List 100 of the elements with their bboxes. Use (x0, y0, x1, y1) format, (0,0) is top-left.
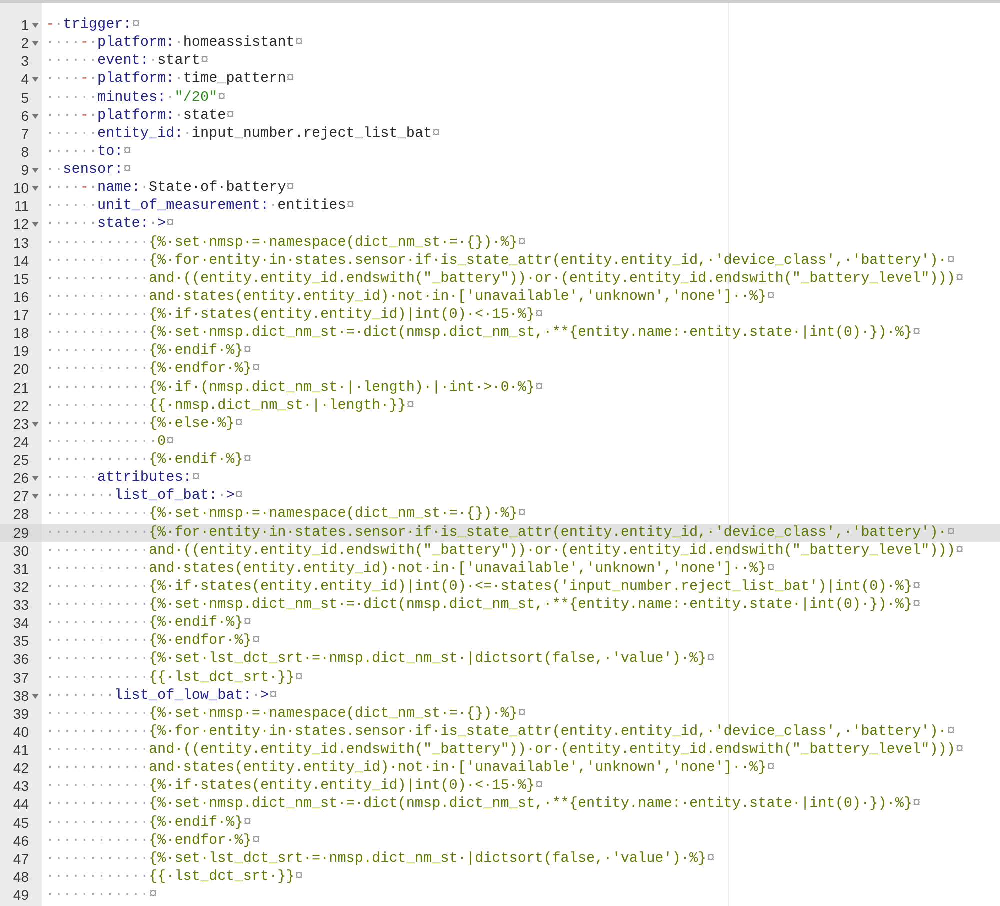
line-number: 6 (21, 106, 29, 125)
code-line: ············{%·if·states(entity.entity_id)|int(0)·<·15·%}¤ (45, 306, 545, 324)
code-line: ······event:·start¤ (45, 52, 210, 70)
line-number: 42 (13, 759, 29, 778)
code-line: ······to:¤ (45, 142, 133, 161)
code-line: ············{{·lst_dct_srt·}}¤ (45, 668, 304, 687)
code-line: ············and·((entity.entity_id.endswith("_battery"))·or·(entity.entity_id.endswith("_battery_level")))¤ (45, 542, 966, 560)
code-line: ············{%·set·lst_dct_srt·=·nmsp.dict_nm_st·|dictsort(false,·'value')·%}¤ (45, 650, 716, 668)
line-number: 45 (13, 814, 29, 832)
line-number: 35 (13, 632, 29, 650)
line-number: 38 (13, 686, 29, 705)
line-number: 33 (13, 596, 29, 614)
code-line: ············and·states(entity.entity_id)·not·in·['unavailable','unknown','none']··%}¤ (45, 759, 776, 778)
code-line: ············{%·set·nmsp·=·namespace(dict_nm_st·=·{})·%}¤ (45, 704, 528, 723)
line-number: 44 (13, 795, 29, 814)
code-line: ············{%·set·nmsp·=·namespace(dict_nm_st·=·{})·%}¤ (45, 505, 528, 524)
fold-caret-icon[interactable] (32, 41, 39, 46)
code-line: ············and·((entity.entity_id.endswith("_battery"))·or·(entity.entity_id.endswith("_battery_level")))¤ (45, 270, 966, 288)
code-line: ············{%·if·states(entity.entity_id)|int(0)·<=·states('input_number.reject_list_bat')|int(0)·%}¤ (45, 578, 922, 596)
code-line: ············{%·set·nmsp.dict_nm_st·=·dict(nmsp.dict_nm_st,·**{entity.name:·entity.state·|int(0)·})·%}¤ (45, 596, 922, 614)
code-line: ············{%·set·nmsp·=·namespace(dict_nm_st·=·{})·%}¤ (45, 234, 528, 252)
code-line: ····-·platform:·homeassistant¤ (45, 34, 304, 52)
code-line: ············{{·lst_dct_srt·}}¤ (45, 868, 304, 886)
line-number: 39 (13, 704, 29, 723)
line-number: 22 (13, 396, 29, 415)
line-number: 32 (13, 578, 29, 596)
line-number: 10 (13, 179, 29, 198)
line-number: 27 (13, 487, 29, 506)
line-number: 19 (13, 342, 29, 360)
line-number: 43 (13, 777, 29, 796)
line-number: 21 (13, 378, 29, 397)
line-number: 14 (13, 252, 29, 270)
line-number: 11 (14, 197, 29, 216)
code-line: -·trigger:¤ (45, 16, 142, 34)
code-line: ············¤ (45, 886, 159, 904)
code-line: ······attributes:¤ (45, 469, 202, 488)
line-number: 23 (13, 414, 29, 433)
code-line: ······entity_id:·input_number.reject_list_bat¤ (45, 124, 442, 143)
line-number: 1 (21, 16, 29, 34)
code-line: ············{{·nmsp.dict_nm_st·|·length·}}¤ (45, 396, 416, 415)
code-line: ············{%·endfor·%}¤ (45, 632, 262, 650)
code-line: ············{%·for·entity·in·states.sensor·if·is_state_attr(entity.entity_id,·'device_class',·'battery')·¤ (45, 252, 956, 270)
fold-caret-icon[interactable] (32, 186, 39, 192)
line-number: 34 (13, 614, 29, 632)
fold-caret-icon[interactable] (32, 422, 39, 427)
code-line: ··sensor:¤ (45, 161, 133, 180)
fold-caret-icon[interactable] (32, 114, 39, 119)
line-number: 31 (13, 560, 29, 578)
code-line: ······minutes:·"/20"¤ (45, 88, 228, 107)
line-number: 47 (13, 850, 29, 868)
fold-caret-icon[interactable] (32, 694, 39, 699)
line-number: 18 (13, 324, 29, 342)
code-line: ····-·name:·State·of·battery¤ (45, 179, 296, 198)
line-number: 46 (13, 832, 29, 850)
code-line: ············{%·if·(nmsp.dict_nm_st·|·length)·|·int·>·0·%}¤ (45, 378, 545, 397)
line-number: 12 (13, 215, 29, 234)
code-line: ············{%·else·%}¤ (45, 414, 244, 433)
code-line: ············and·states(entity.entity_id)·not·in·['unavailable','unknown','none']··%}¤ (45, 288, 776, 306)
line-number: 8 (21, 142, 29, 161)
line-number: 4 (21, 70, 29, 88)
line-number: 49 (13, 886, 29, 904)
line-number: 30 (13, 542, 29, 560)
fold-caret-icon[interactable] (32, 222, 39, 228)
fold-caret-icon[interactable] (32, 168, 39, 173)
code-line: ············{%·endif·%}¤ (45, 451, 253, 470)
line-number: 5 (21, 88, 29, 107)
line-number: 15 (13, 270, 29, 288)
line-number: 37 (13, 668, 29, 687)
line-number: 16 (13, 288, 29, 306)
code-line: ······state:·>¤ (45, 215, 176, 234)
line-number: 26 (13, 469, 29, 488)
line-number: 17 (13, 306, 29, 324)
code-line: ············{%·endif·%}¤ (45, 342, 253, 360)
fold-caret-icon[interactable] (32, 476, 39, 482)
line-number: 48 (13, 868, 29, 886)
code-line: ····-·platform:·state¤ (45, 106, 236, 125)
fold-caret-icon[interactable] (32, 494, 39, 500)
code-line: ············and·((entity.entity_id.endswith("_battery"))·or·(entity.entity_id.endswith("_battery_level")))¤ (45, 741, 966, 760)
code-line: ········list_of_bat:·>¤ (45, 487, 244, 506)
code-line: ············{%·endif·%}¤ (45, 814, 253, 832)
code-line: ············{%·set·lst_dct_srt·=·nmsp.dict_nm_st·|dictsort(false,·'value')·%}¤ (45, 850, 716, 868)
line-number: 3 (21, 52, 29, 70)
code-line: ············{%·endfor·%}¤ (45, 360, 262, 378)
code-line: ············{%·if·states(entity.entity_id)|int(0)·<·15·%}¤ (45, 777, 545, 796)
code-line: ············{%·for·entity·in·states.sensor·if·is_state_attr(entity.entity_id,·'device_class',·'battery')·¤ (45, 722, 956, 741)
code-line: ············{%·endif·%}¤ (45, 614, 253, 632)
line-number: 9 (21, 161, 29, 180)
code-line: ····-·platform:·time_pattern¤ (45, 70, 296, 88)
fold-caret-icon[interactable] (32, 23, 39, 28)
line-number: 20 (13, 360, 29, 378)
code-line: ············and·states(entity.entity_id)·not·in·['unavailable','unknown','none']··%}¤ (45, 560, 776, 578)
line-number: 29 (13, 524, 29, 542)
code-line: ············{%·endfor·%}¤ (45, 832, 262, 850)
line-number: 7 (21, 124, 29, 143)
fold-caret-icon[interactable] (32, 77, 39, 82)
code-line: ········list_of_low_bat:·>¤ (45, 686, 279, 705)
line-number: 28 (13, 505, 29, 524)
code-line: ······unit_of_measurement:·entities¤ (45, 197, 356, 216)
line-number: 36 (13, 650, 29, 668)
code-line: ············{%·set·nmsp.dict_nm_st·=·dict(nmsp.dict_nm_st,·**{entity.name:·entity.state·|int(0)·})·%}¤ (45, 324, 922, 342)
